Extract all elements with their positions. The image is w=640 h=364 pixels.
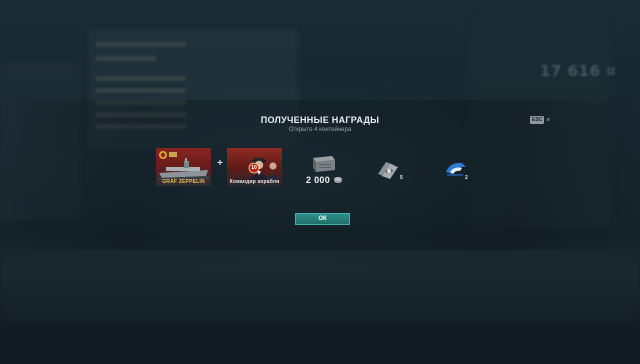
camouflage-count: 2 (465, 175, 468, 181)
esc-key-label: ESC (530, 116, 545, 124)
commander-reward-card[interactable]: 10 Командир корабля (227, 148, 282, 186)
background-credits-display: 17 616 ¤ (540, 62, 617, 80)
credits-amount: 2 000 (306, 175, 331, 185)
commander-skill-points: 10 (251, 165, 257, 171)
ship-name-label: GRAF ZEPPELIN (162, 179, 205, 185)
background-blur-row (96, 76, 186, 81)
credits-icon (313, 156, 335, 172)
credits-currency-icon (334, 177, 342, 183)
signals-count: 5 (400, 175, 403, 181)
close-icon[interactable]: × (546, 117, 550, 124)
esc-close-hint[interactable]: ESC × (530, 116, 550, 124)
background-blur-row (96, 88, 186, 93)
plus-sign: + (217, 158, 223, 169)
ship-reward-card[interactable]: GRAF ZEPPELIN (156, 148, 211, 186)
commander-label: Командир корабля (229, 179, 280, 185)
background-blur-row (96, 56, 156, 61)
background-blur-row (96, 42, 186, 47)
dialog-subtitle: Открыто 4 контейнера (288, 127, 352, 133)
game-port-screen: 17 616 ¤ ПОЛУЧЕННЫЕ НАГРАДЫ Открыто 4 ко… (0, 0, 640, 364)
ok-button[interactable]: ОК (295, 213, 350, 225)
